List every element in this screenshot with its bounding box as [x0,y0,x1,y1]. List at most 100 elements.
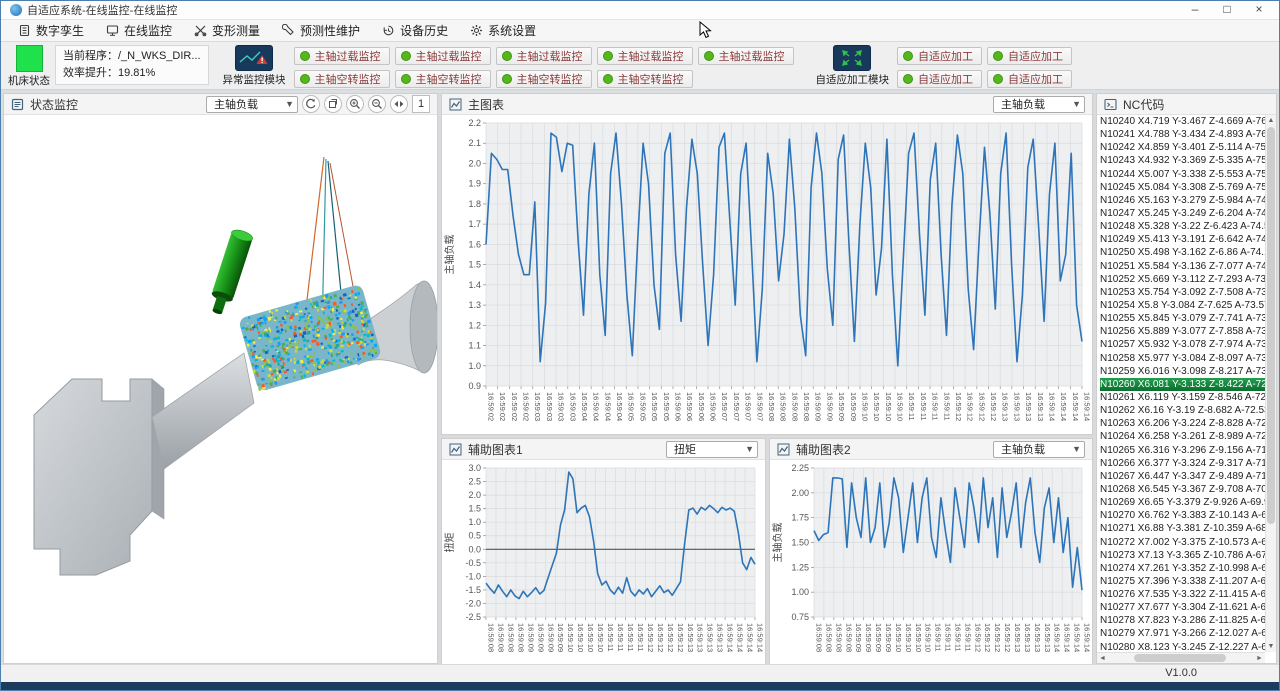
main-chart-signal-select[interactable]: 主轴负载▼ [993,96,1085,113]
nc-code-line[interactable]: N10278 X7.823 Y-3.286 Z-11.825 A-63.73 [1100,614,1265,627]
nc-code-line[interactable]: N10271 X6.88 Y-3.381 Z-10.359 A-68.711 [1100,522,1265,535]
nc-code-line[interactable]: N10241 X4.788 Y-3.434 Z-4.893 A-76.062 [1100,128,1265,141]
nc-code-line[interactable]: N10257 X5.932 Y-3.078 Z-7.974 A-73.243 [1100,338,1265,351]
nc-code-line[interactable]: N10275 X7.396 Y-3.338 Z-11.207 A-65.95 [1100,575,1265,588]
orbit-view-button[interactable] [324,95,342,113]
svg-text:0.0: 0.0 [468,544,481,554]
main-chart[interactable]: 16:59:0216:59:0216:59:0216:59:0216:59:03… [442,115,1092,434]
svg-text:16:59:14: 16:59:14 [756,623,765,652]
nc-code-line[interactable]: N10270 X6.762 Y-3.383 Z-10.143 A-69.34 [1100,509,1265,522]
spindle-idle-monitor-button[interactable]: 主轴空转监控 [294,70,390,88]
nc-code-line[interactable]: N10279 X7.971 Y-3.266 Z-12.027 A-62.98 [1100,627,1265,640]
spindle-idle-monitor-button[interactable]: 主轴空转监控 [597,70,693,88]
nc-code-line[interactable]: N10272 X7.002 Y-3.375 Z-10.573 A-68.05 [1100,536,1265,549]
scroll-left-icon[interactable]: ◄ [1097,655,1108,662]
nc-code-line[interactable]: N10254 X5.8 Y-3.084 Z-7.625 A-73.571 C [1100,299,1265,312]
menu-item-system-settings[interactable]: 系统设置 [459,20,547,41]
nc-code-line[interactable]: N10259 X6.016 Y-3.098 Z-8.217 A-73.036 [1100,365,1265,378]
spindle-overload-monitor-button[interactable]: 主轴过载监控 [597,47,693,65]
nc-code-line[interactable]: N10269 X6.65 Y-3.379 Z-9.926 A-69.947 C [1100,496,1265,509]
nc-code-line[interactable]: N10244 X5.007 Y-3.338 Z-5.553 A-75.297 [1100,168,1265,181]
nc-code-line[interactable]: N10264 X6.258 Y-3.261 Z-8.989 A-72.072 [1100,430,1265,443]
svg-text:16:59:10: 16:59:10 [596,623,605,652]
anomaly-monitor-module[interactable]: 异常监控模块 [223,45,286,87]
nc-code-line[interactable]: N10280 X8.123 Y-3.245 Z-12.227 A-62.23 [1100,641,1265,652]
nc-code-line[interactable]: N10263 X6.206 Y-3.224 Z-8.828 A-72.33 C [1100,417,1265,430]
nc-code-line[interactable]: N10274 X7.261 Y-3.352 Z-10.998 A-66.67 [1100,562,1265,575]
nc-code-line[interactable]: N10256 X5.889 Y-3.077 Z-7.858 A-73.348 [1100,325,1265,338]
nc-code-line[interactable]: N10262 X6.16 Y-3.19 Z-8.682 A-72.534 C [1100,404,1265,417]
nc-code-line[interactable]: N10268 X6.545 Y-3.367 Z-9.708 A-70.519 [1100,483,1265,496]
nc-code-line[interactable]: N10253 X5.754 Y-3.092 Z-7.508 A-73.677 [1100,286,1265,299]
nc-code-line[interactable]: N10246 X5.163 Y-3.279 Z-5.984 A-74.892 [1100,194,1265,207]
nc-code-line[interactable]: N10247 X5.245 Y-3.249 Z-6.204 A-74.701 [1100,207,1265,220]
spindle-overload-monitor-button[interactable]: 主轴过载监控 [294,47,390,65]
adaptive-machining-module[interactable]: 自适应加工模块 [816,45,890,87]
nc-code-line[interactable]: N10251 X5.584 Y-3.136 Z-7.077 A-74.012 [1100,260,1265,273]
maximize-button[interactable]: □ [1211,1,1243,19]
svg-text:16:59:05: 16:59:05 [638,392,647,421]
zoom-out-icon[interactable] [368,95,386,113]
nc-code-line[interactable]: N10250 X5.498 Y-3.162 Z-6.86 A-74.178 C [1100,246,1265,259]
nc-vertical-scroll-thumb[interactable] [1267,127,1275,524]
nc-code-line[interactable]: N10243 X4.932 Y-3.369 Z-5.335 A-75.523 [1100,154,1265,167]
nc-code-line[interactable]: N10258 X5.977 Y-3.084 Z-8.097 A-73.138 [1100,352,1265,365]
scroll-right-icon[interactable]: ► [1254,655,1265,662]
svg-text:16:59:03: 16:59:03 [533,392,542,421]
status-monitor-panel: 状态监控 主轴负载▼ 1 [3,93,438,664]
digital-twin-icon [18,24,31,37]
menu-item-digital-twin[interactable]: 数字孪生 [7,20,95,41]
nc-vertical-scrollbar[interactable]: ▲ ▼ [1265,115,1276,652]
viewport-signal-select[interactable]: 主轴负载▼ [206,96,298,113]
svg-text:16:59:04: 16:59:04 [580,392,589,421]
nc-code-line[interactable]: N10240 X4.719 Y-3.467 Z-4.669 A-76.396 [1100,115,1265,128]
nc-code-line[interactable]: N10265 X6.316 Y-3.296 Z-9.156 A-71.771 [1100,444,1265,457]
nc-code-line[interactable]: N10245 X5.084 Y-3.308 Z-5.769 A-75.088 [1100,181,1265,194]
nc-code-line[interactable]: N10266 X6.377 Y-3.324 Z-9.317 A-71.443 [1100,457,1265,470]
nc-code-line[interactable]: N10276 X7.535 Y-3.322 Z-11.415 A-65.22 [1100,588,1265,601]
adaptive-machining-button[interactable]: 自适应加工 [897,47,982,65]
nc-code-line[interactable]: N10277 X7.677 Y-3.304 Z-11.621 A-64.48 [1100,601,1265,614]
scroll-down-icon[interactable]: ▼ [1266,641,1276,652]
spindle-idle-monitor-button[interactable]: 主轴空转监控 [395,70,491,88]
aux-chart1-signal-select[interactable]: 扭矩▼ [666,441,758,458]
fit-view-icon[interactable] [390,95,408,113]
spindle-overload-monitor-button[interactable]: 主轴过载监控 [496,47,592,65]
chevron-down-icon: ▼ [285,99,294,109]
nc-code-line[interactable]: N10249 X5.413 Y-3.191 Z-6.642 A-74.346 [1100,233,1265,246]
menu-item-online-monitor[interactable]: 在线监控 [95,20,183,41]
adaptive-button-row-1: 自适应加工自适应加工 [897,47,1072,65]
minimize-button[interactable]: – [1179,1,1211,19]
adaptive-machining-button[interactable]: 自适应加工 [897,70,982,88]
nc-horizontal-scrollbar[interactable]: ◄ ► [1097,652,1265,663]
aux-chart2[interactable]: 16:59:0816:59:0816:59:0816:59:0816:59:09… [770,460,1092,665]
menu-item-deformation-measure[interactable]: 变形测量 [183,20,271,41]
aux-chart1[interactable]: 16:59:0816:59:0816:59:0816:59:0816:59:09… [442,460,765,665]
spindle-overload-monitor-button[interactable]: 主轴过载监控 [698,47,794,65]
svg-text:1.0: 1.0 [468,361,481,371]
nc-code-line[interactable]: N10248 X5.328 Y-3.22 Z-6.423 A-74.52 C [1100,220,1265,233]
nc-code-line[interactable]: N10242 X4.859 Y-3.401 Z-5.114 A-75.775 [1100,141,1265,154]
spindle-idle-monitor-button[interactable]: 主轴空转监控 [496,70,592,88]
close-button[interactable]: × [1243,1,1275,19]
efficiency-label: 效率提升： [63,67,118,79]
nc-code-line[interactable]: N10261 X6.119 Y-3.159 Z-8.546 A-72.701 [1100,391,1265,404]
nc-code-line[interactable]: N10252 X5.669 Y-3.112 Z-7.293 A-73.844 [1100,273,1265,286]
nc-code-line[interactable]: N10260 X6.081 Y-3.133 Z-8.422 A-72.835 [1100,378,1265,391]
nc-code-line[interactable]: N10255 X5.845 Y-3.079 Z-7.741 A-73.458 [1100,312,1265,325]
zoom-in-icon[interactable] [346,95,364,113]
nc-code-line[interactable]: N10273 X7.13 Y-3.365 Z-10.786 A-67.372 [1100,549,1265,562]
scroll-up-icon[interactable]: ▲ [1266,115,1276,126]
nc-code-list[interactable]: N10240 X4.719 Y-3.467 Z-4.669 A-76.396N1… [1097,115,1265,652]
nc-code-line[interactable]: N10267 X6.447 Y-3.347 Z-9.489 A-71.055 [1100,470,1265,483]
spindle-overload-monitor-button[interactable]: 主轴过载监控 [395,47,491,65]
nc-horizontal-scroll-thumb[interactable] [1134,654,1226,662]
adaptive-machining-button[interactable]: 自适应加工 [987,70,1072,88]
viewport-3d[interactable] [4,115,437,663]
rotate-view-button[interactable] [302,95,320,113]
content-area: 状态监控 主轴负载▼ 1 [3,93,1277,664]
menu-item-device-history[interactable]: 设备历史 [371,20,459,41]
menu-item-predictive-maintenance[interactable]: 预测性维护 [271,20,371,41]
adaptive-machining-button[interactable]: 自适应加工 [987,47,1072,65]
aux-chart2-signal-select[interactable]: 主轴负载▼ [993,441,1085,458]
